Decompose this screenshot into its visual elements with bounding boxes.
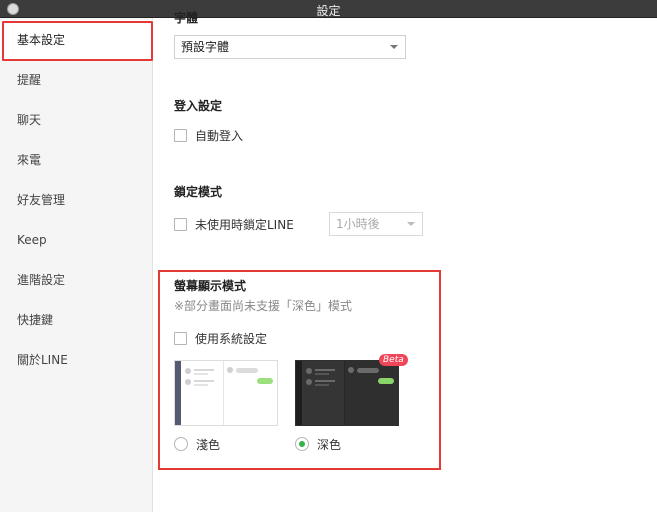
sidebar-item-label: 聊天 [17, 113, 42, 127]
sidebar-item-label: 進階設定 [17, 273, 66, 287]
font-heading: 字體 [174, 11, 199, 25]
dark-theme-preview[interactable] [295, 360, 399, 426]
use-system-label: 使用系統設定 [195, 331, 268, 346]
sidebar-item-chats[interactable]: 聊天 [0, 100, 153, 140]
lock-checkbox[interactable] [174, 217, 187, 231]
light-theme-option[interactable]: 淺色 [174, 436, 220, 452]
lock-section-title: 鎖定模式 [174, 185, 223, 199]
sidebar-item-label: 來電 [17, 153, 42, 167]
sidebar-item-shortcuts[interactable]: 快捷鍵 [0, 300, 153, 340]
login-section-title: 登入設定 [174, 99, 223, 113]
auto-login-label: 自動登入 [195, 128, 244, 143]
light-theme-illustration [175, 361, 273, 425]
dark-theme-radio[interactable] [295, 437, 309, 451]
chevron-down-icon [390, 45, 398, 49]
dark-mode-note: ※部分畫面尚未支援「深色」模式 [174, 299, 353, 313]
beta-badge: Beta [379, 354, 408, 366]
dark-theme-label: 深色 [317, 437, 342, 452]
sidebar-item-basic-settings[interactable]: 基本設定 [0, 20, 153, 60]
dark-theme-option[interactable]: 深色 [295, 436, 341, 452]
lock-label: 未使用時鎖定LINE [195, 217, 294, 232]
sidebar-item-calls[interactable]: 來電 [0, 140, 153, 180]
chevron-down-icon [407, 222, 415, 226]
lock-row[interactable]: 未使用時鎖定LINE [174, 216, 294, 232]
display-section-title: 螢幕顯示模式 [174, 279, 247, 293]
sidebar-item-about[interactable]: 關於LINE [0, 340, 153, 380]
font-select-value: 預設字體 [181, 40, 230, 54]
light-theme-preview[interactable] [174, 360, 278, 426]
dark-theme-illustration [296, 361, 394, 425]
sidebar-item-label: 好友管理 [17, 193, 66, 207]
sidebar-item-keep[interactable]: Keep [0, 220, 153, 260]
sidebar-item-label: Keep [17, 233, 47, 247]
use-system-checkbox[interactable] [174, 331, 187, 345]
auto-login-row[interactable]: 自動登入 [174, 127, 243, 143]
sidebar-item-advanced[interactable]: 進階設定 [0, 260, 153, 300]
sidebar-item-label: 快捷鍵 [17, 313, 54, 327]
settings-sidebar: 基本設定 提醒 聊天 來電 好友管理 Keep 進階設定 快捷鍵 關於LINE [0, 18, 153, 512]
sidebar-item-friends[interactable]: 好友管理 [0, 180, 153, 220]
font-select[interactable]: 預設字體 [174, 35, 406, 59]
sidebar-item-notifications[interactable]: 提醒 [0, 60, 153, 100]
sidebar-item-label: 基本設定 [17, 33, 66, 47]
auto-login-checkbox[interactable] [174, 128, 187, 142]
window-title: 設定 [316, 4, 341, 18]
lock-timeout-select[interactable]: 1小時後 [329, 212, 423, 236]
window-titlebar: 設定 [0, 0, 657, 18]
light-theme-label: 淺色 [196, 437, 221, 452]
light-theme-radio[interactable] [174, 437, 188, 451]
use-system-row[interactable]: 使用系統設定 [174, 330, 267, 346]
settings-main: 字體 預設字體 登入設定 自動登入 鎖定模式 未使用時鎖定LINE 1小時後 螢… [154, 11, 657, 512]
sidebar-item-label: 關於LINE [17, 353, 68, 367]
lock-timeout-value: 1小時後 [336, 217, 380, 231]
sidebar-item-label: 提醒 [17, 73, 42, 87]
